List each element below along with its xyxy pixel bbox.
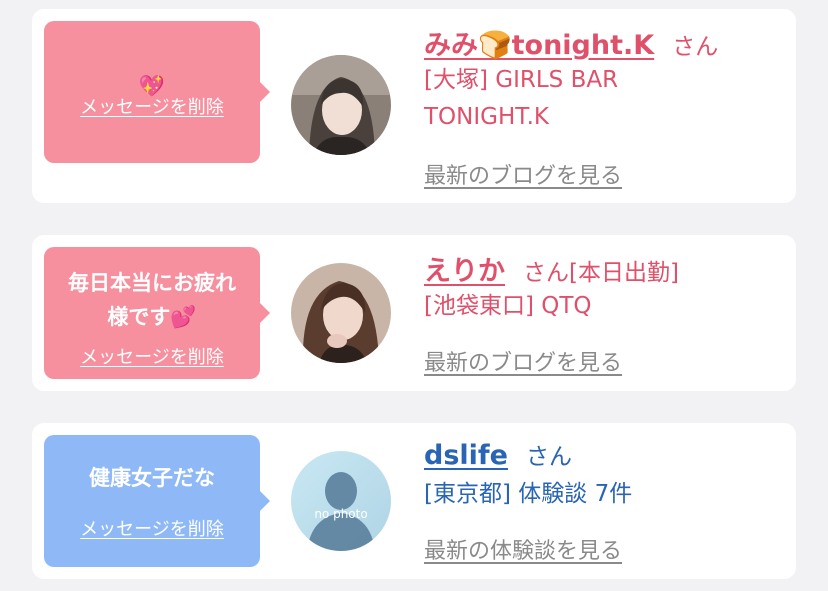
avatar[interactable]	[291, 55, 391, 155]
shop-info-line: [池袋東口] QTQ	[424, 293, 592, 319]
message-text: 健康女子だな	[89, 466, 215, 490]
cast-name-link[interactable]: みみ🍞tonight.K	[424, 30, 654, 61]
shop-info-line: TONIGHT.K	[424, 104, 549, 130]
user-info[interactable]: [東京都] 体験談 7件	[424, 476, 632, 513]
delete-message-link[interactable]: メッセージを削除	[44, 97, 260, 119]
avatar-photo	[291, 263, 391, 363]
shop-info[interactable]: [大塚] GIRLS BAR TONIGHT.K	[424, 62, 618, 136]
favorite-card: 💖 メッセージを削除 みみ🍞tonight.K さん [大塚] GIRLS BAR…	[32, 9, 796, 203]
latest-blog-link[interactable]: 最新のブログを見る	[424, 345, 622, 377]
message-bubble: 健康女子だな メッセージを削除	[44, 435, 270, 567]
honorific: さん	[672, 34, 719, 60]
message-text-line: 毎日本当にお疲れ	[68, 271, 236, 295]
favorite-card: 毎日本当にお疲れ 様です💕 メッセージを削除 えりか さん[本日出勤] [池袋東口…	[32, 235, 796, 391]
latest-blog-link[interactable]: 最新のブログを見る	[424, 158, 622, 190]
message-text-line: 様です💕	[107, 305, 197, 329]
avatar[interactable]: no photo	[291, 451, 391, 551]
honorific: さん	[525, 444, 572, 470]
name-row: dslife さん	[424, 437, 572, 471]
no-photo-label: no photo	[314, 507, 368, 521]
name-row: みみ🍞tonight.K さん	[424, 23, 718, 62]
user-info-line: [東京都] 体験談 7件	[424, 481, 633, 507]
no-photo-placeholder	[291, 451, 391, 551]
shop-info[interactable]: [池袋東口] QTQ	[424, 288, 592, 325]
user-name-link[interactable]: dslife	[424, 440, 508, 471]
avatar[interactable]	[291, 263, 391, 363]
honorific: さん[本日出勤]	[523, 260, 679, 286]
message-bubble: 💖 メッセージを削除	[44, 21, 270, 163]
shop-info-line: [大塚] GIRLS BAR	[424, 67, 619, 93]
favorite-card: 健康女子だな メッセージを削除 no photo dslife さん [東京都] …	[32, 423, 796, 579]
cast-name-link[interactable]: えりか	[424, 256, 505, 287]
delete-message-link[interactable]: メッセージを削除	[44, 347, 260, 369]
delete-message-link[interactable]: メッセージを削除	[44, 519, 260, 541]
avatar-photo	[291, 55, 391, 155]
latest-review-link[interactable]: 最新の体験談を見る	[424, 533, 622, 565]
name-row: えりか さん[本日出勤]	[424, 249, 679, 288]
message-bubble: 毎日本当にお疲れ 様です💕 メッセージを削除	[44, 247, 270, 379]
